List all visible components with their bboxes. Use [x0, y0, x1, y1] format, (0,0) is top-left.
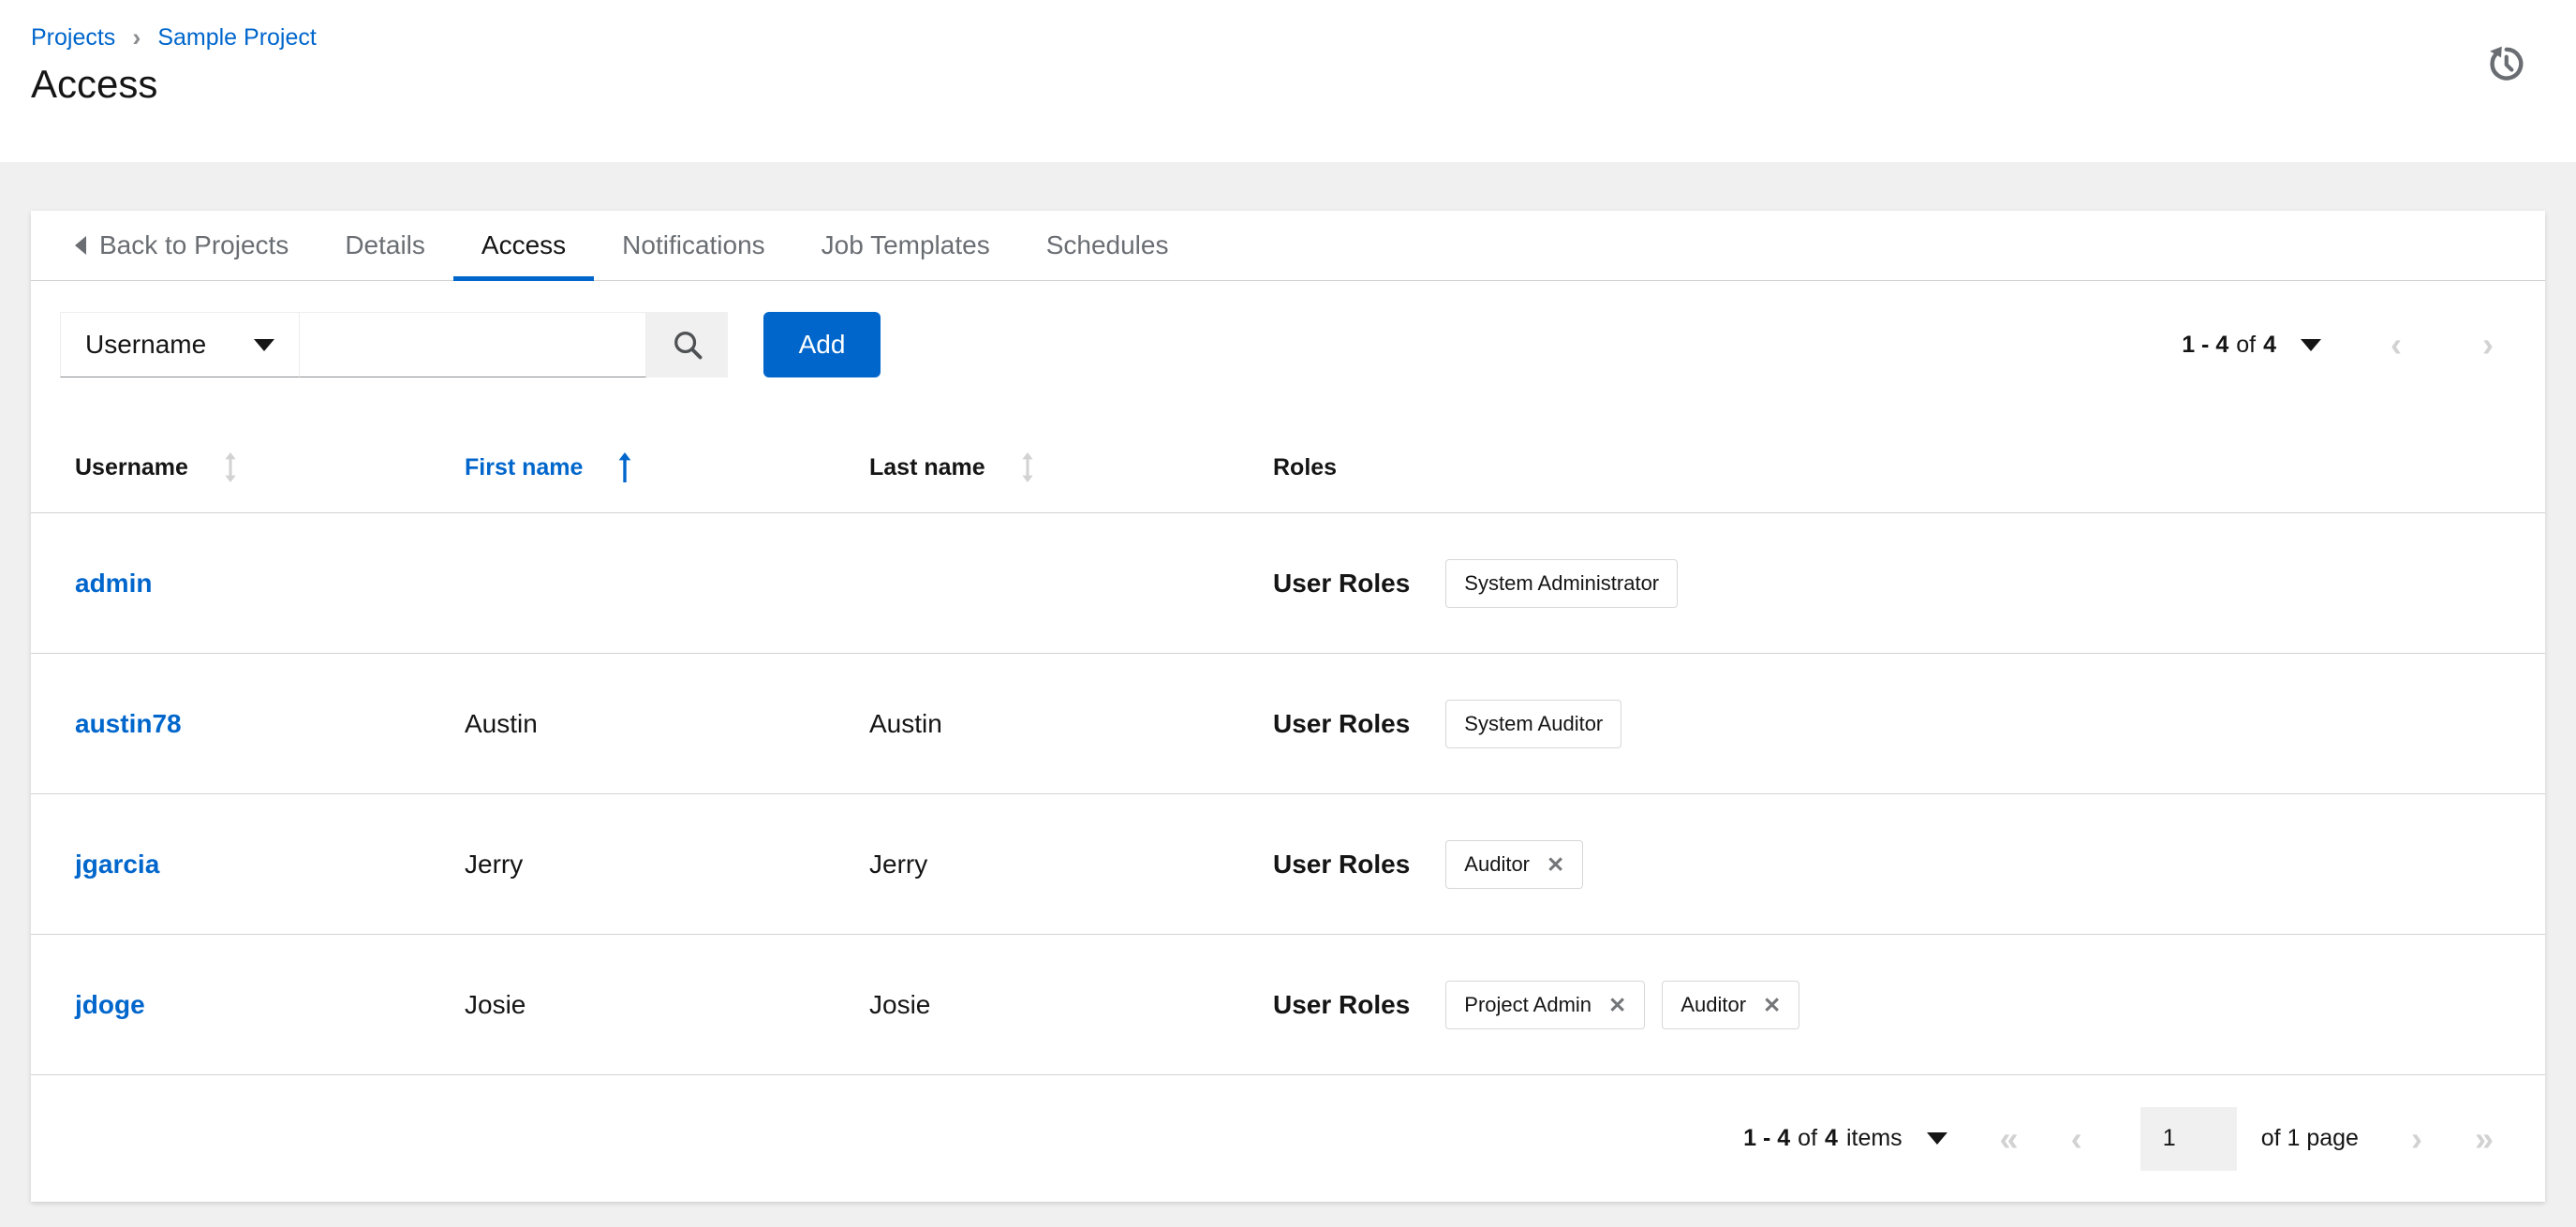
role-chip-label: Project Admin: [1464, 993, 1592, 1016]
user-roles-label: User Roles: [1273, 709, 1411, 738]
pagination-of: of: [1798, 1125, 1818, 1151]
next-page-button[interactable]: ›: [2482, 328, 2494, 362]
role-chips: System Auditor: [1445, 700, 1622, 748]
first-page-button[interactable]: «: [2000, 1121, 2019, 1156]
last-name-value: Jerry: [869, 850, 928, 879]
tab-label: Schedules: [1045, 230, 1169, 259]
role-chips: System Administrator: [1445, 559, 1679, 608]
search-input[interactable]: [300, 312, 646, 377]
pagination-total: 4: [2263, 331, 2276, 358]
table-row: jdoge Josie Josie User Roles Project Adm…: [31, 934, 2545, 1074]
first-name-value: Josie: [465, 990, 526, 1019]
per-page-dropdown-toggle[interactable]: [2301, 338, 2321, 351]
remove-role-button[interactable]: ✕: [1763, 994, 1781, 1016]
column-header-last-name[interactable]: Last name: [869, 422, 1036, 512]
role-chip: Project Admin ✕: [1445, 981, 1646, 1029]
add-button[interactable]: Add: [763, 312, 881, 377]
page-of-label: of 1 page: [2260, 1125, 2359, 1151]
column-header-username[interactable]: Username: [75, 422, 239, 512]
role-chips: Project Admin ✕ Auditor ✕: [1445, 981, 1800, 1029]
pagination-range: 1 - 4: [1743, 1125, 1791, 1151]
tab-label: Back to Projects: [99, 230, 289, 259]
table-header-row: Username First name Last name Roles: [31, 422, 2545, 512]
table-row: austin78 Austin Austin User Roles System…: [31, 653, 2545, 793]
table-row: jgarcia Jerry Jerry User Roles Auditor ✕: [31, 793, 2545, 934]
column-label: First name: [465, 453, 584, 480]
list-toolbar: Username Add 1 - 4 of 4 ‹ ›: [60, 312, 2494, 377]
last-page-button[interactable]: »: [2475, 1121, 2494, 1156]
column-header-roles: Roles: [1273, 422, 2517, 512]
role-chip-label: Auditor: [1680, 993, 1747, 1016]
column-label: Username: [75, 453, 188, 480]
search-key-value: Username: [85, 330, 207, 359]
breadcrumb: Projects › Sample Project: [31, 24, 317, 52]
content-card: Back to Projects Details Access Notifica…: [31, 211, 2545, 1202]
prev-page-button[interactable]: ‹: [2071, 1121, 2082, 1156]
role-chip-label: System Administrator: [1464, 571, 1660, 595]
role-chip-label: Auditor: [1464, 852, 1531, 876]
chevron-down-icon: [254, 338, 274, 351]
username-link[interactable]: jdoge: [75, 990, 145, 1020]
tab-back-to-projects[interactable]: Back to Projects: [75, 211, 317, 280]
tab-notifications[interactable]: Notifications: [594, 211, 793, 280]
breadcrumb-link-projects[interactable]: Projects: [31, 24, 115, 52]
role-chip: System Auditor: [1445, 700, 1622, 748]
tab-details[interactable]: Details: [317, 211, 453, 280]
prev-page-button[interactable]: ‹: [2391, 328, 2402, 362]
next-page-button[interactable]: ›: [2411, 1121, 2422, 1156]
role-chip-label: System Auditor: [1464, 712, 1604, 735]
username-link[interactable]: jgarcia: [75, 850, 159, 880]
user-roles-label: User Roles: [1273, 990, 1411, 1019]
role-chip: Auditor ✕: [1445, 840, 1584, 889]
tab-job-templates[interactable]: Job Templates: [793, 211, 1018, 280]
tab-schedules[interactable]: Schedules: [1018, 211, 1197, 280]
page-title: Access: [31, 62, 158, 106]
first-name-value: Austin: [465, 709, 538, 738]
per-page-dropdown-toggle[interactable]: [1926, 1132, 1947, 1145]
top-pagination: 1 - 4 of 4 ‹ ›: [2182, 312, 2494, 377]
remove-role-button[interactable]: ✕: [1547, 853, 1564, 876]
breadcrumb-link-sample-project[interactable]: Sample Project: [157, 24, 317, 52]
pagination-range: 1 - 4: [2182, 331, 2229, 358]
first-name-value: Jerry: [465, 850, 524, 879]
activity-history-button[interactable]: [2484, 41, 2529, 86]
history-icon: [2490, 46, 2524, 81]
pagination-total: 4: [1825, 1125, 1838, 1151]
last-name-value: Austin: [869, 709, 942, 738]
role-chip: System Administrator: [1445, 559, 1679, 608]
search-icon: [674, 332, 702, 360]
sort-both-icon: [225, 452, 236, 482]
search-key-select[interactable]: Username: [60, 312, 300, 377]
username-link[interactable]: admin: [75, 569, 152, 599]
column-header-first-name[interactable]: First name: [465, 422, 633, 512]
sort-both-icon: [1022, 452, 1033, 482]
chevron-down-icon: [2301, 338, 2321, 351]
bottom-pagination: 1 - 4 of 4 items « ‹ 1 of 1 page › »: [31, 1074, 2545, 1202]
sort-ascending-icon: [619, 452, 631, 482]
role-chips: Auditor ✕: [1445, 840, 1584, 889]
column-label: Last name: [869, 453, 985, 480]
tab-label: Job Templates: [821, 230, 990, 259]
tab-label: Details: [345, 230, 425, 259]
pagination-of: of: [2236, 331, 2257, 358]
pagination-items-suffix: items: [1845, 1125, 1902, 1151]
page-header: Projects › Sample Project Access: [0, 0, 2576, 162]
username-link[interactable]: austin78: [75, 709, 182, 739]
search-button[interactable]: [646, 312, 728, 377]
tab-label: Notifications: [622, 230, 765, 259]
role-chip: Auditor ✕: [1662, 981, 1800, 1029]
tab-access[interactable]: Access: [452, 211, 595, 281]
user-roles-label: User Roles: [1273, 850, 1411, 879]
last-name-value: Josie: [869, 990, 931, 1019]
breadcrumb-separator-icon: ›: [132, 23, 141, 52]
tab-label: Access: [481, 230, 567, 259]
current-page-input[interactable]: 1: [2139, 1106, 2237, 1171]
tab-bar: Back to Projects Details Access Notifica…: [31, 211, 2545, 281]
table-row: admin User Roles System Administrator: [31, 512, 2545, 653]
chevron-down-icon: [1926, 1132, 1947, 1145]
remove-role-button[interactable]: ✕: [1608, 994, 1626, 1016]
user-roles-label: User Roles: [1273, 569, 1411, 598]
column-label: Roles: [1273, 453, 1338, 480]
back-caret-icon: [75, 236, 86, 255]
